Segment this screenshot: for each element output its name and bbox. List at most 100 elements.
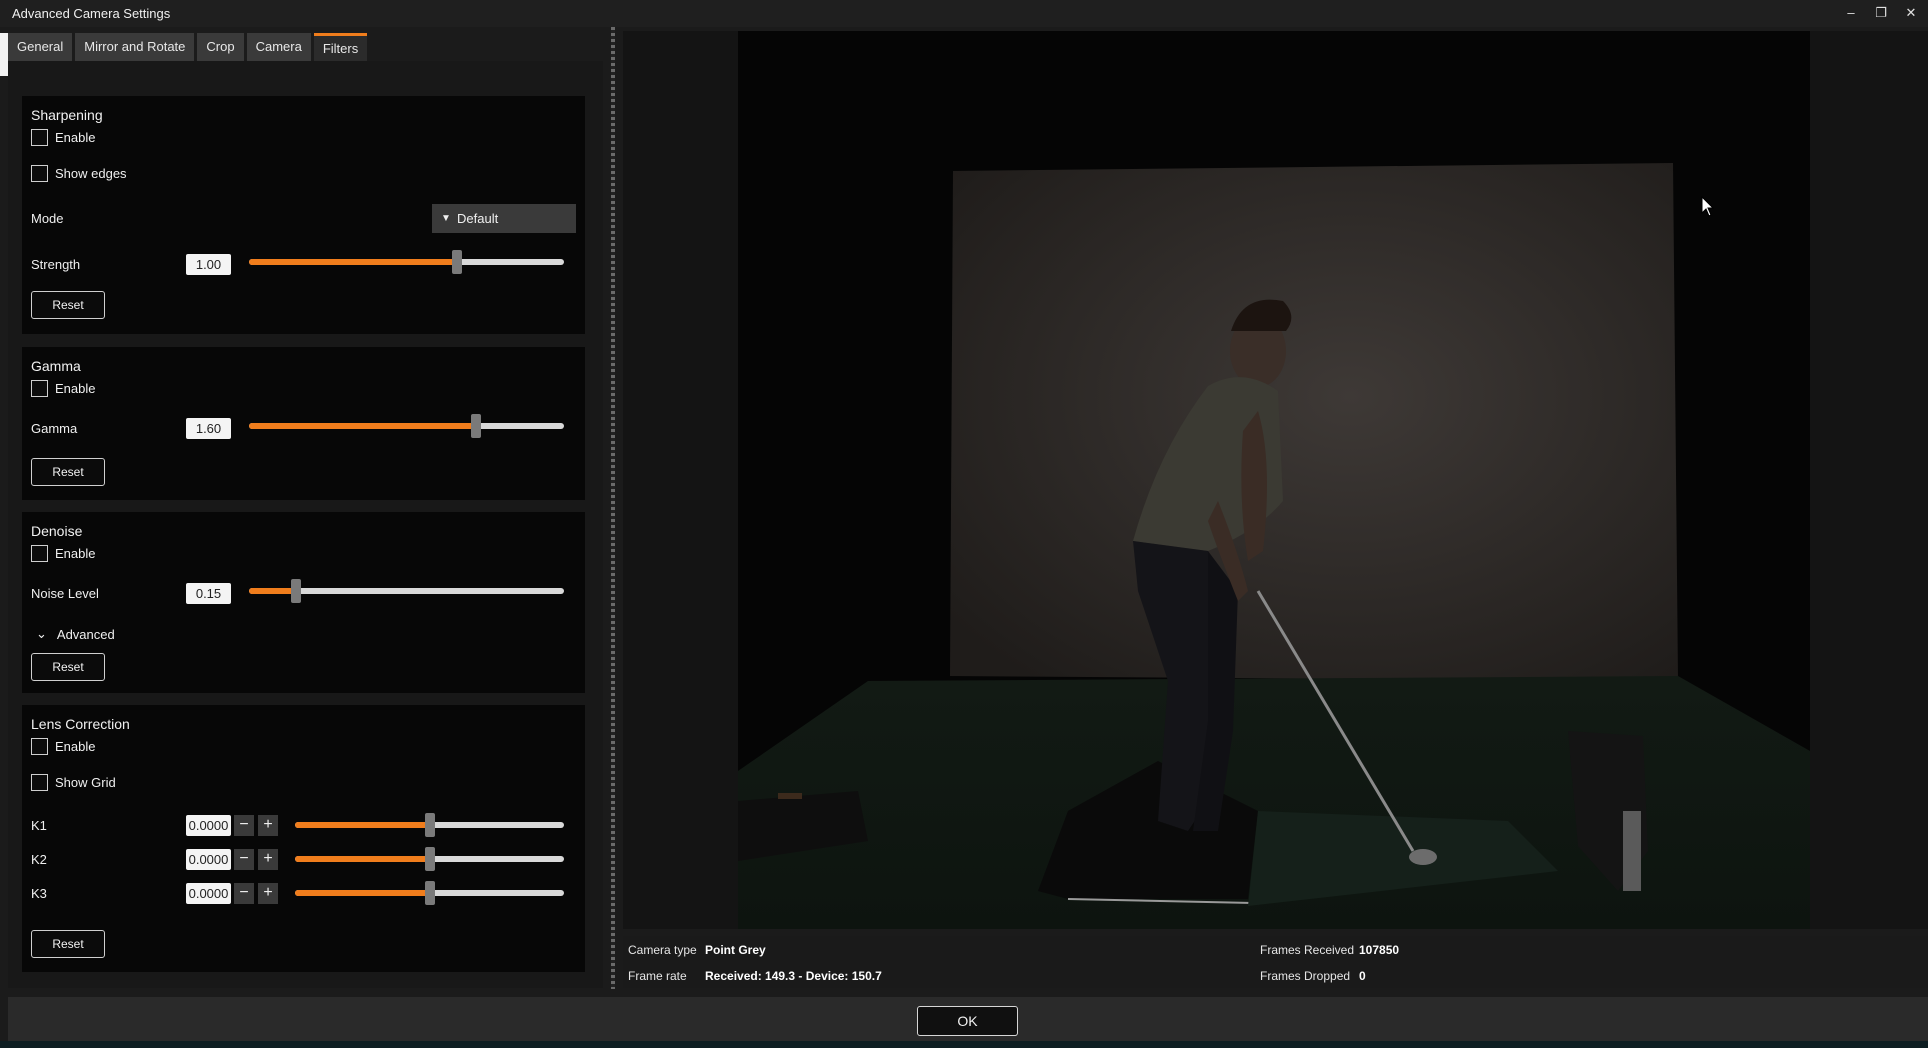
strength-value-box[interactable]: 1.00 — [186, 254, 231, 275]
checkbox-box[interactable] — [31, 380, 48, 397]
noise-level-slider[interactable] — [249, 579, 564, 603]
gamma-value-box[interactable]: 1.60 — [186, 418, 231, 439]
k3-minus-button[interactable]: − — [234, 883, 254, 904]
slider-fill — [295, 890, 430, 896]
sharpening-panel: Sharpening Enable Show edges Mode ▼ Defa… — [22, 96, 585, 334]
strength-label: Strength — [31, 257, 81, 272]
gamma-enable-checkbox[interactable]: Enable — [31, 380, 95, 397]
gamma-label: Gamma — [31, 421, 78, 436]
slider-thumb[interactable] — [424, 813, 435, 837]
advanced-expander[interactable]: ⌄ Advanced — [36, 626, 115, 642]
k1-label: K1 — [31, 818, 47, 833]
frame-rate-value: Received: 149.3 - Device: 150.7 — [705, 969, 882, 983]
noise-level-value-box[interactable]: 0.15 — [186, 583, 231, 604]
tab-crop[interactable]: Crop — [197, 33, 244, 61]
k2-plus-button[interactable]: + — [258, 849, 278, 870]
k2-minus-button[interactable]: − — [234, 849, 254, 870]
slider-fill — [249, 588, 297, 594]
close-button[interactable]: ✕ — [1898, 3, 1924, 23]
filters-pane[interactable]: Sharpening Enable Show edges Mode ▼ Defa… — [8, 61, 603, 988]
k3-slider[interactable] — [295, 881, 564, 905]
ok-button[interactable]: OK — [917, 1006, 1018, 1036]
mode-dropdown[interactable]: ▼ Default — [432, 204, 576, 233]
frames-dropped-value: 0 — [1359, 969, 1366, 983]
restore-button[interactable]: ❐ — [1868, 3, 1894, 23]
chevron-down-icon: ⌄ — [36, 626, 47, 641]
mouse-pointer-icon — [1701, 195, 1715, 221]
slider-thumb[interactable] — [451, 250, 462, 274]
k2-value-box[interactable]: 0.0000 — [186, 849, 231, 870]
pane-splitter[interactable] — [611, 27, 615, 989]
denoise-panel: Denoise Enable Noise Level 0.15 ⌄ Advanc… — [22, 512, 585, 693]
frames-received-value: 107850 — [1359, 943, 1400, 957]
lens-correction-panel: Lens Correction Enable Show Grid K1 0.00… — [22, 705, 585, 972]
slider-thumb[interactable] — [424, 847, 435, 871]
gamma-panel: Gamma Enable Gamma 1.60 Reset — [22, 347, 585, 500]
tab-camera[interactable]: Camera — [246, 33, 311, 61]
k3-plus-button[interactable]: + — [258, 883, 278, 904]
noise-level-label: Noise Level — [31, 586, 99, 601]
checkbox-label: Show Grid — [55, 775, 116, 790]
gamma-slider[interactable] — [249, 414, 564, 438]
slider-thumb[interactable] — [424, 881, 435, 905]
k1-value-box[interactable]: 0.0000 — [186, 815, 231, 836]
lens-show-grid-checkbox[interactable]: Show Grid — [31, 774, 116, 791]
triangle-down-icon: ▼ — [441, 213, 451, 224]
taskbar — [0, 1041, 1928, 1048]
tab-bar: General Mirror and Rotate Crop Camera Fi… — [8, 33, 368, 61]
gamma-title: Gamma — [31, 358, 81, 374]
lens-reset-button[interactable]: Reset — [31, 930, 105, 958]
camera-type-label: Camera type — [628, 943, 697, 957]
checkbox-label: Enable — [55, 381, 96, 396]
camera-type-value: Point Grey — [705, 943, 766, 957]
frames-dropped-label: Frames Dropped — [1260, 969, 1351, 983]
sharpening-enable-checkbox[interactable]: Enable — [31, 129, 95, 146]
camera-preview-image — [738, 31, 1810, 929]
k2-label: K2 — [31, 852, 47, 867]
minimize-button[interactable]: ‒ — [1838, 3, 1864, 23]
checkbox-label: Enable — [55, 739, 96, 754]
tab-filters[interactable]: Filters — [313, 33, 368, 61]
k1-slider[interactable] — [295, 813, 564, 837]
camera-status-bar: Camera type Point Grey Frame rate Receiv… — [623, 936, 1928, 988]
denoise-title: Denoise — [31, 523, 83, 539]
checkbox-label: Enable — [55, 130, 96, 145]
frames-received-label: Frames Received — [1260, 943, 1355, 957]
window-title: Advanced Camera Settings — [12, 6, 171, 21]
left-edge-strip — [0, 33, 8, 76]
mode-label: Mode — [31, 211, 64, 226]
denoise-reset-button[interactable]: Reset — [31, 653, 105, 681]
slider-fill — [249, 423, 476, 429]
tab-mirror-and-rotate[interactable]: Mirror and Rotate — [75, 33, 195, 61]
camera-preview — [738, 31, 1810, 929]
sharpening-show-edges-checkbox[interactable]: Show edges — [31, 165, 127, 182]
frame-rate-label: Frame rate — [628, 969, 687, 983]
sharpening-reset-button[interactable]: Reset — [31, 291, 105, 319]
checkbox-label: Enable — [55, 546, 96, 561]
checkbox-box[interactable] — [31, 738, 48, 755]
denoise-enable-checkbox[interactable]: Enable — [31, 545, 95, 562]
k3-label: K3 — [31, 886, 47, 901]
checkbox-box[interactable] — [31, 129, 48, 146]
checkbox-box[interactable] — [31, 165, 48, 182]
tab-general[interactable]: General — [8, 33, 73, 61]
slider-fill — [295, 856, 430, 862]
title-bar: Advanced Camera Settings ‒ ❐ ✕ — [0, 0, 1928, 27]
advanced-label: Advanced — [56, 626, 115, 642]
strength-slider[interactable] — [249, 250, 564, 274]
k2-slider[interactable] — [295, 847, 564, 871]
k3-value-box[interactable]: 0.0000 — [186, 883, 231, 904]
slider-thumb[interactable] — [291, 579, 302, 603]
lens-correction-title: Lens Correction — [31, 716, 130, 732]
gamma-reset-button[interactable]: Reset — [31, 458, 105, 486]
slider-fill — [249, 259, 457, 265]
checkbox-box[interactable] — [31, 774, 48, 791]
lens-enable-checkbox[interactable]: Enable — [31, 738, 95, 755]
k1-plus-button[interactable]: + — [258, 815, 278, 836]
slider-thumb[interactable] — [470, 414, 481, 438]
mode-value: Default — [457, 211, 499, 226]
checkbox-label: Show edges — [55, 166, 127, 181]
slider-fill — [295, 822, 430, 828]
checkbox-box[interactable] — [31, 545, 48, 562]
k1-minus-button[interactable]: − — [234, 815, 254, 836]
